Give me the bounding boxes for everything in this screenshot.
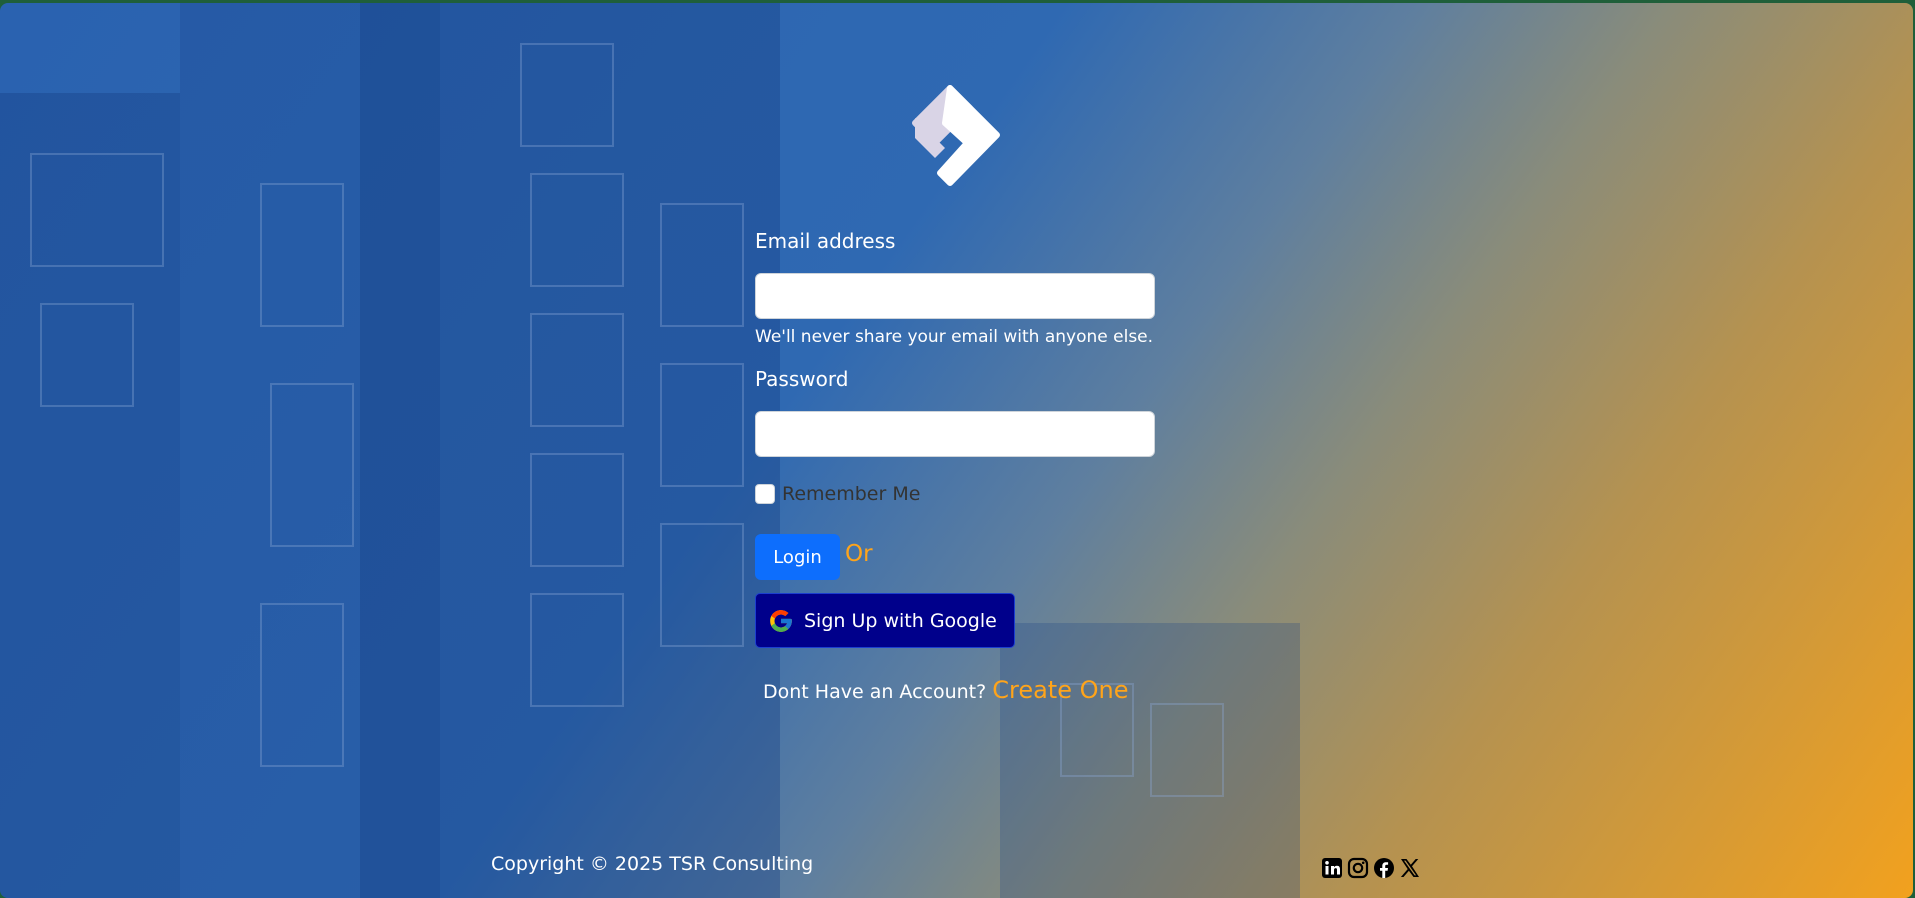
brand-logo [905,83,1005,195]
google-icon [770,609,792,632]
email-label: Email address [755,229,896,253]
copyright-text: Copyright © 2025 TSR Consulting [491,853,814,875]
google-signup-button[interactable]: Sign Up with Google [755,593,1015,648]
email-field[interactable] [755,273,1155,319]
password-field[interactable] [755,411,1155,457]
remember-me-row: Remember Me [755,483,1155,505]
social-links [1321,857,1421,879]
account-question: Dont Have an Account? [763,681,987,703]
google-signup-label: Sign Up with Google [804,609,997,632]
instagram-icon[interactable] [1347,857,1369,879]
login-row: Login Or [755,534,1155,580]
email-help-text: We'll never share your email with anyone… [755,327,1154,347]
facebook-icon[interactable] [1373,857,1395,879]
login-page: Email address We'll never share your ema… [0,3,1913,898]
remember-me-checkbox[interactable] [755,484,775,504]
x-icon[interactable] [1399,857,1421,879]
linkedin-icon[interactable] [1321,857,1343,879]
login-form: Email address We'll never share your ema… [755,229,1155,704]
password-label: Password [755,367,849,391]
or-text: Or [845,541,873,567]
create-account-row: Dont Have an Account? Create One [755,676,1155,704]
create-account-link[interactable]: Create One [992,676,1128,704]
login-button[interactable]: Login [755,534,840,580]
remember-me-label[interactable]: Remember Me [782,483,920,505]
